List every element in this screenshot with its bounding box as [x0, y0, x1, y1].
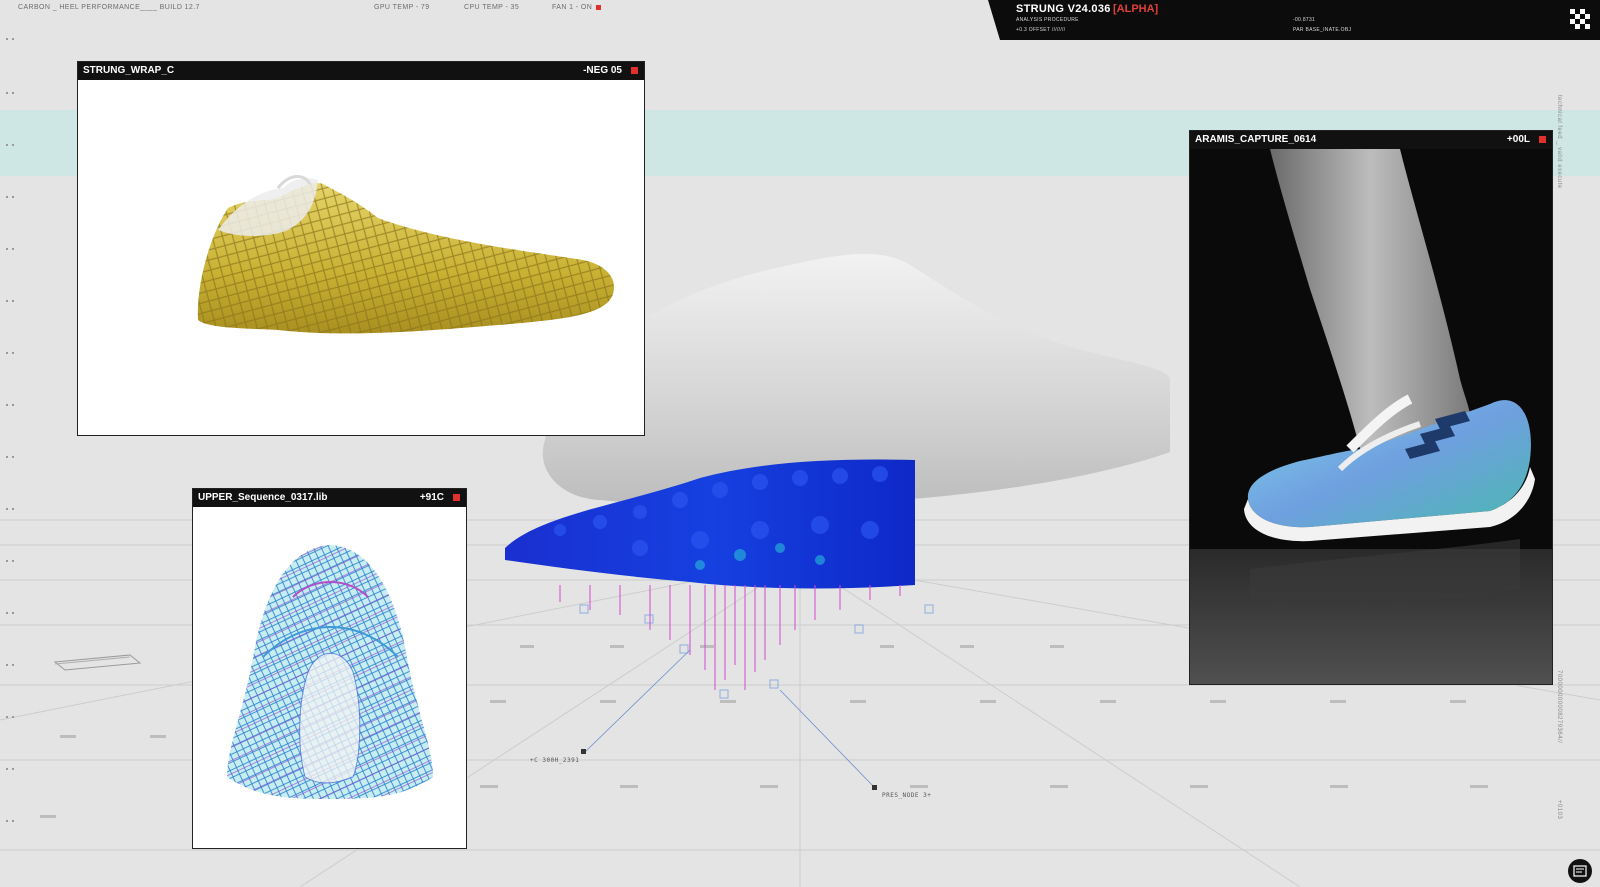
panel-upper-sequence[interactable]: UPPER_Sequence_0317.lib +91C — [192, 488, 467, 849]
node-label-a: +C 300H_2391 — [530, 757, 580, 764]
panel-title: ARAMIS_CAPTURE_0614 — [1195, 134, 1317, 145]
node-label-b: PRES_NODE 3+ — [882, 792, 932, 799]
panel-body — [193, 507, 466, 848]
panel-header[interactable]: UPPER_Sequence_0317.lib +91C — [193, 489, 466, 507]
viewport-stage: CARBON _ HEEL PERFORMANCE____ BUILD 12.7… — [0, 0, 1600, 887]
panel-aramis-capture[interactable]: ARAMIS_CAPTURE_0614 +00L — [1189, 130, 1553, 685]
panel-header[interactable]: STRUNG_WRAP_C -NEG 05 — [78, 62, 644, 80]
panel-title: UPPER_Sequence_0317.lib — [198, 492, 328, 503]
panel-body — [1190, 149, 1552, 684]
panel-title: STRUNG_WRAP_C — [83, 65, 175, 76]
panel-value: +00L — [1506, 134, 1530, 145]
node-marker-b — [872, 785, 877, 790]
panel-value: -NEG 05 — [583, 65, 622, 76]
screen-capture-button[interactable] — [1568, 859, 1592, 883]
panel-header[interactable]: ARAMIS_CAPTURE_0614 +00L — [1190, 131, 1552, 149]
capture-icon — [1573, 865, 1587, 877]
panel-strung-wrap[interactable]: STRUNG_WRAP_C -NEG 05 — [77, 61, 645, 436]
upper-sequence-render — [227, 545, 433, 799]
close-icon[interactable] — [453, 494, 460, 501]
panel-body — [78, 80, 644, 435]
node-marker-a — [581, 749, 586, 754]
close-icon[interactable] — [631, 67, 638, 74]
close-icon[interactable] — [1539, 136, 1546, 143]
panel-value: +91C — [419, 492, 444, 503]
strung-wrap-render — [197, 175, 614, 334]
aramis-capture-photo — [1190, 149, 1552, 684]
